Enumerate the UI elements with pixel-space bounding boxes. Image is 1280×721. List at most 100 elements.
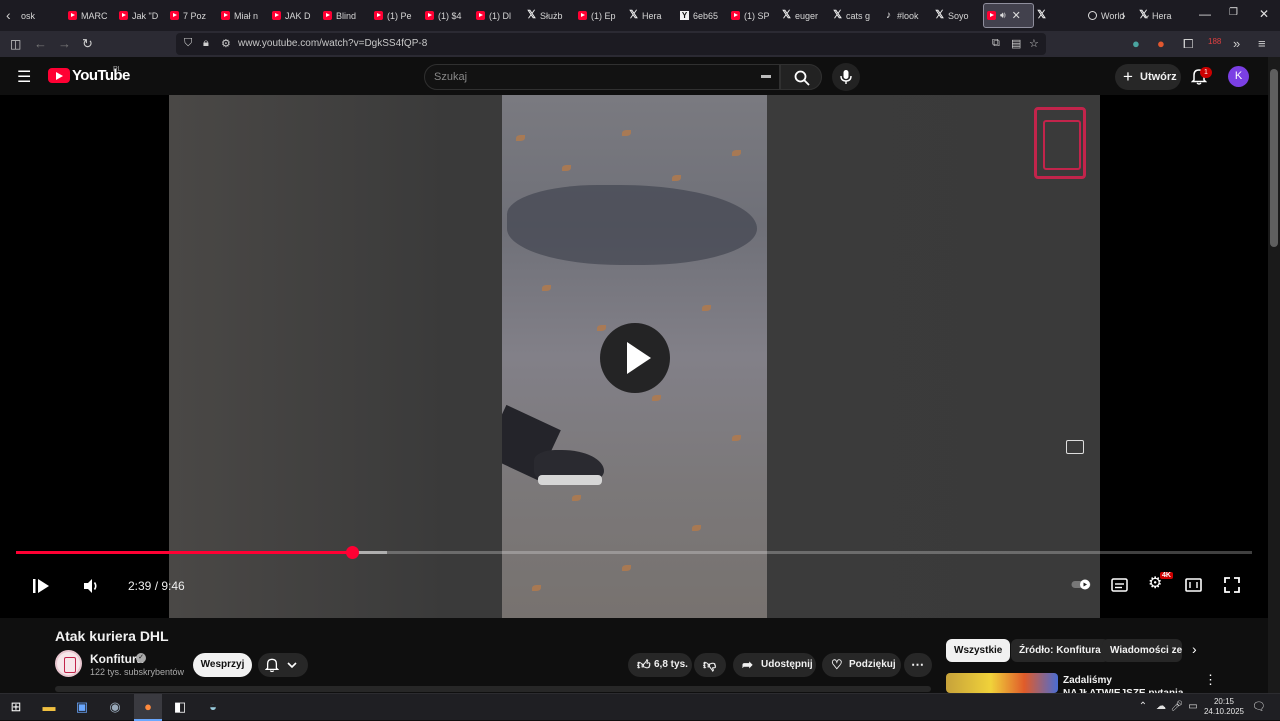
chip-source[interactable]: Źródło: Konfitura — [1011, 639, 1109, 662]
game-app-icon[interactable]: ◒ — [204, 699, 222, 715]
lock-icon[interactable]: 🔒︎ — [203, 37, 209, 50]
maximize-icon[interactable]: ❐ — [1229, 7, 1238, 18]
url-text[interactable]: www.youtube.com/watch?v=DgkSS4fQP-8 — [238, 38, 427, 49]
video-player[interactable]: 2:39 / 9:46 ⚙ 4K — [0, 95, 1268, 618]
chip-news[interactable]: Wiadomości ze — [1102, 639, 1182, 662]
search-input[interactable]: Szukaj ▬ — [424, 64, 780, 90]
channel-avatar[interactable] — [55, 650, 82, 677]
keyboard-icon[interactable]: ▬ — [761, 70, 771, 81]
browser-tab[interactable]: 𝕏cats g — [830, 0, 881, 31]
browser-tab[interactable]: MARC — [65, 0, 116, 31]
start-icon[interactable]: ⊞ — [7, 699, 25, 715]
fox-extension-icon[interactable]: ● — [1157, 36, 1165, 52]
browser-tab[interactable]: 𝕏 Soyo — [932, 0, 983, 31]
autoplay-toggle[interactable] — [1071, 578, 1093, 591]
list-all-tabs-icon[interactable]: ⌄ — [1142, 7, 1151, 23]
chip-all[interactable]: Wszystkie — [946, 639, 1011, 662]
description-box[interactable] — [55, 686, 931, 692]
more-horizontal-icon: ⋯ — [911, 657, 924, 672]
reader-view-icon[interactable]: ▤ — [1011, 37, 1021, 50]
large-play-button[interactable] — [600, 323, 670, 393]
browser-tab[interactable]: (1) $4 — [422, 0, 473, 31]
like-button[interactable]: 👍︎ 6,8 tys. — [628, 653, 692, 677]
quality-badge: 4K — [1160, 572, 1173, 579]
computer-app-icon[interactable]: ▣ — [73, 699, 91, 715]
dislike-button[interactable]: 👎︎ — [694, 653, 726, 677]
close-window-icon[interactable]: ✕ — [1259, 7, 1269, 21]
voice-search-button[interactable] — [832, 63, 860, 91]
browser-tab[interactable]: World — [1085, 0, 1136, 31]
browser-tab[interactable]: osk — [14, 0, 65, 31]
browser-tab[interactable]: ♪ #look — [881, 0, 932, 31]
browser-tab[interactable]: (1) Ep — [575, 0, 626, 31]
subscription-bell-button[interactable] — [258, 653, 308, 677]
minimize-icon[interactable]: — — [1199, 7, 1211, 21]
more-actions-button[interactable]: ⋯ — [904, 653, 932, 677]
taskbar-clock[interactable]: 20:15 24.10.2025 — [1199, 697, 1249, 717]
tab-scroll-right-icon[interactable]: › — [1121, 7, 1126, 23]
vpn-extension-icon[interactable]: ● — [1132, 36, 1140, 52]
overflow-chevrons-icon[interactable]: » — [1233, 36, 1240, 52]
file-explorer-icon[interactable]: ▬ — [40, 699, 58, 715]
x-favicon-icon: 𝕏 — [935, 9, 944, 21]
browser-tab[interactable]: 𝕏 — [1034, 0, 1085, 31]
browser-tab[interactable]: (1) Pe — [371, 0, 422, 31]
theater-mode-icon[interactable] — [1185, 578, 1202, 592]
browser-tab[interactable]: Y 6eb65 — [677, 0, 728, 31]
adblock-badge[interactable]: 188 — [1208, 34, 1221, 50]
chips-next-icon[interactable]: › — [1192, 641, 1197, 657]
browser-tab[interactable]: Blind — [320, 0, 371, 31]
extensions-icon[interactable]: ⧠ — [1183, 36, 1193, 52]
browser-tab[interactable]: JAK D — [269, 0, 320, 31]
close-tab-icon[interactable]: ✕ — [1012, 9, 1021, 22]
channel-watermark-icon[interactable] — [1034, 107, 1086, 179]
youtube-logo-icon[interactable] — [48, 68, 70, 83]
tab-scroll-left-icon[interactable]: ‹ — [6, 7, 11, 23]
browser-tab[interactable]: (1) Dl — [473, 0, 524, 31]
picture-in-picture-icon[interactable]: ⧉ — [992, 37, 1000, 50]
forward-icon[interactable]: → — [58, 36, 71, 52]
browser-tab[interactable]: Miał n — [218, 0, 269, 31]
browser-tab[interactable]: 𝕏 Hera — [626, 0, 677, 31]
share-button[interactable]: ➦ Udostępnij — [733, 653, 816, 677]
play-icon[interactable] — [32, 577, 50, 595]
notification-center-icon[interactable]: 🗨︎ — [1250, 699, 1268, 715]
miniplayer-icon[interactable] — [1066, 440, 1084, 454]
join-button[interactable]: Wesprzyj — [193, 653, 252, 677]
progress-bar[interactable] — [16, 546, 1252, 559]
browser-tab-title: Jak "D — [132, 10, 159, 21]
youtube-header: ☰ YouTube PL Szukaj ▬ + Utwórz 1 K — [0, 57, 1268, 95]
browser-tab[interactable]: 𝕏 Służb — [524, 0, 575, 31]
fullscreen-icon[interactable] — [1224, 577, 1240, 593]
thanks-button[interactable]: ♡ Podziękuj — [822, 653, 901, 677]
browser-tab[interactable]: (1) SP — [728, 0, 779, 31]
speaker-icon[interactable]: 🔊︎ — [1000, 10, 1006, 21]
browser-tab[interactable]: Jak "D — [116, 0, 167, 31]
volume-icon[interactable] — [82, 577, 100, 595]
steam-icon[interactable]: ◉ — [106, 699, 124, 715]
active-browser-tab[interactable]: 🔊︎ ✕ — [983, 3, 1034, 28]
url-bar[interactable]: ⛉ 🔒︎ ⚙ www.youtube.com/watch?v=DgkSS4fQP… — [176, 33, 1046, 55]
sidebar-toggle-icon[interactable]: ◫ — [10, 36, 21, 52]
page-scrollbar[interactable] — [1268, 57, 1280, 693]
account-avatar[interactable]: K — [1228, 66, 1249, 87]
back-icon[interactable]: ← — [34, 36, 47, 52]
create-button[interactable]: + Utwórz — [1115, 64, 1181, 90]
browser-tab[interactable]: 7 Poz — [167, 0, 218, 31]
scrollbar-thumb[interactable] — [1270, 69, 1278, 247]
browser-tab[interactable]: 𝕏euger — [779, 0, 830, 31]
suggestion-menu-icon[interactable]: ⋮ — [1204, 672, 1217, 688]
reload-icon[interactable]: ↻ — [82, 36, 93, 52]
bookmark-star-icon[interactable]: ☆ — [1029, 37, 1039, 50]
notepad-app-icon[interactable]: ◧ — [171, 699, 189, 715]
tracking-shield-icon[interactable]: ⛉ — [184, 37, 192, 50]
subtitles-icon[interactable] — [1111, 578, 1128, 592]
x-favicon-icon: 𝕏 — [833, 9, 842, 21]
firefox-taskbar-button[interactable]: ● — [134, 694, 162, 721]
permissions-icon[interactable]: ⚙ — [221, 37, 231, 50]
tray-chevron-icon[interactable]: ⌃ — [1134, 699, 1152, 715]
guide-menu-icon[interactable]: ☰ — [17, 67, 31, 87]
search-button[interactable] — [780, 64, 822, 90]
app-menu-icon[interactable]: ≡ — [1258, 36, 1266, 52]
suggestion-thumbnail[interactable] — [946, 673, 1058, 693]
